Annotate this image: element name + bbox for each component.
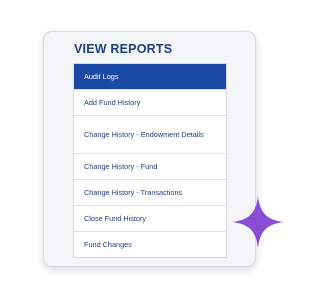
menu-item-label: Change History - Fund bbox=[84, 161, 158, 171]
menu-item-close-fund-history[interactable]: Close Fund History bbox=[74, 205, 226, 231]
stage: VIEW REPORTS Audit Logs Add Fund History… bbox=[0, 0, 300, 300]
menu-item-label: Fund Changes bbox=[84, 239, 132, 249]
reports-menu: Audit Logs Add Fund History Change Histo… bbox=[73, 63, 227, 258]
menu-item-change-history-fund[interactable]: Change History - Fund bbox=[74, 153, 226, 179]
menu-item-label: Change History - Transactions bbox=[84, 187, 183, 197]
menu-item-label: Audit Logs bbox=[84, 71, 119, 81]
sparkle-shape bbox=[232, 196, 284, 248]
menu-item-change-history-transactions[interactable]: Change History - Transactions bbox=[74, 179, 226, 205]
menu-item-add-fund-history[interactable]: Add Fund History bbox=[74, 89, 226, 115]
sparkle-icon bbox=[232, 196, 284, 248]
menu-item-fund-changes[interactable]: Fund Changes bbox=[74, 231, 226, 257]
menu-item-label: Add Fund History bbox=[84, 97, 141, 107]
menu-item-label: Close Fund History bbox=[84, 213, 147, 223]
panel-title: VIEW REPORTS bbox=[74, 42, 173, 56]
menu-item-change-history-endowment-details[interactable]: Change History - Endowment Details bbox=[74, 115, 226, 153]
menu-item-audit-logs[interactable]: Audit Logs bbox=[74, 64, 226, 89]
menu-item-label: Change History - Endowment Details bbox=[84, 129, 204, 139]
view-reports-card: VIEW REPORTS Audit Logs Add Fund History… bbox=[43, 31, 256, 267]
